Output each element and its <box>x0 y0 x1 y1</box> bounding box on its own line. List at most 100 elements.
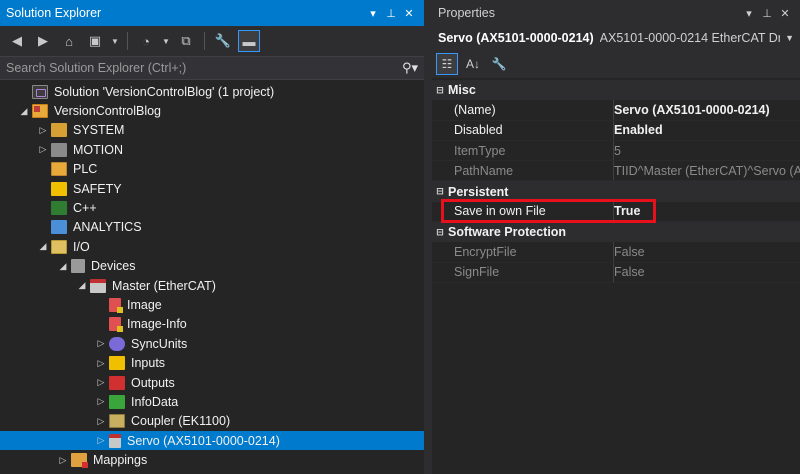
image-icon <box>109 297 123 313</box>
preview-selected-icon[interactable]: ▬ <box>238 30 260 52</box>
property-value[interactable]: Servo (AX5101-0000-0214) <box>614 100 800 119</box>
safety-icon <box>51 181 67 196</box>
tree-item[interactable]: ▷ MOTION <box>0 140 424 159</box>
tree-item[interactable]: ▷ Mappings <box>0 450 424 469</box>
tree-item-label: Devices <box>91 259 136 274</box>
tree-item[interactable]: ▷ Inputs <box>0 353 424 372</box>
toolbar-separator <box>127 32 128 50</box>
search-icon[interactable]: ⚲▾ <box>394 60 418 76</box>
property-row[interactable]: EncryptFile False <box>432 242 800 263</box>
close-icon[interactable]: ✕ <box>776 7 794 20</box>
forward-icon[interactable]: ▶ <box>32 30 54 52</box>
tree-item[interactable]: ▷ InfoData <box>0 392 424 411</box>
servo-icon <box>109 433 121 448</box>
property-category[interactable]: ⊟ Persistent <box>432 181 800 202</box>
property-row[interactable]: Disabled Enabled <box>432 120 800 141</box>
tree-item[interactable]: ◢ Devices <box>0 257 424 276</box>
toolbar-separator <box>204 32 205 50</box>
tree-item-label: Solution 'VersionControlBlog' (1 project… <box>54 84 275 99</box>
tree-item[interactable]: SAFETY <box>0 179 424 198</box>
tree-item-label: I/O <box>73 239 90 254</box>
solution-explorer-title: Solution Explorer <box>6 6 102 20</box>
search-input[interactable] <box>6 61 394 75</box>
collapsed-arrow-icon[interactable]: ▷ <box>55 455 71 466</box>
collapsed-arrow-icon[interactable]: ▷ <box>93 377 109 388</box>
collapsed-arrow-icon[interactable]: ▷ <box>35 144 51 155</box>
property-value[interactable]: False <box>614 242 800 261</box>
history-icon[interactable]: ◔ <box>135 30 157 52</box>
collapse-category-icon[interactable]: ⊟ <box>432 85 448 96</box>
property-row[interactable]: SignFile False <box>432 262 800 283</box>
categorized-icon[interactable]: ☷ <box>436 53 458 75</box>
property-value[interactable]: 5 <box>614 141 800 160</box>
expanded-arrow-icon[interactable]: ◢ <box>55 261 71 272</box>
home-icon[interactable]: ⌂ <box>58 30 80 52</box>
dropdown-arrow-icon[interactable]: ▾ <box>740 7 758 20</box>
close-icon[interactable]: ✕ <box>400 7 418 20</box>
property-value[interactable]: Enabled <box>614 121 800 140</box>
property-category[interactable]: ⊟ Software Protection <box>432 222 800 243</box>
plc-icon <box>51 162 67 177</box>
alphabetical-icon[interactable]: A↓ <box>462 53 484 75</box>
outputs-icon <box>109 375 125 390</box>
tree-item[interactable]: ◢ I/O <box>0 237 424 256</box>
collapse-category-icon[interactable]: ⊟ <box>432 186 448 197</box>
back-icon[interactable]: ◀ <box>6 30 28 52</box>
tree-item[interactable]: ▷ Coupler (EK1100) <box>0 412 424 431</box>
property-name: SignFile <box>432 262 614 282</box>
tree-item[interactable]: PLC <box>0 160 424 179</box>
image-info-icon <box>109 317 123 333</box>
solution-explorer-search: ⚲▾ <box>0 56 424 80</box>
collapsed-arrow-icon[interactable]: ▷ <box>35 125 51 136</box>
twincat-project-icon <box>32 104 48 119</box>
property-pages-wrench-icon[interactable]: 🔧 <box>488 53 510 75</box>
expanded-arrow-icon[interactable]: ◢ <box>16 106 32 117</box>
tree-item[interactable]: C++ <box>0 198 424 217</box>
collapsed-arrow-icon[interactable]: ▷ <box>93 396 109 407</box>
tree-item[interactable]: ▷ Outputs <box>0 373 424 392</box>
tree-item-label: SAFETY <box>73 181 122 196</box>
property-value[interactable]: True <box>614 202 800 221</box>
properties-wrench-icon[interactable]: 🔧 <box>212 30 234 52</box>
tree-item[interactable]: Image <box>0 295 424 314</box>
tree-item[interactable]: ▷ SyncUnits <box>0 334 424 353</box>
property-row[interactable]: PathNameTIID^Master (EtherCAT)^Servo (AX… <box>432 161 800 182</box>
pin-icon[interactable]: ⊥ <box>758 7 776 20</box>
coupler-icon <box>109 414 125 429</box>
tree-item[interactable]: ANALYTICS <box>0 218 424 237</box>
dropdown-arrow-icon[interactable]: ▾ <box>364 7 382 20</box>
property-value[interactable]: False <box>614 263 800 282</box>
properties-toolbar: ☷ A↓ 🔧 <box>432 50 800 78</box>
chevron-down-icon[interactable]: ▼ <box>780 33 794 43</box>
pin-icon[interactable]: ⊥ <box>382 7 400 20</box>
switch-views-dropdown-icon[interactable]: ▼ <box>110 30 120 52</box>
collapse-all-icon[interactable]: ⧉ <box>175 30 197 52</box>
collapsed-arrow-icon[interactable]: ▷ <box>93 416 109 427</box>
property-name: ItemType <box>432 140 614 161</box>
history-dropdown-icon[interactable]: ▼ <box>161 30 171 52</box>
object-selector[interactable]: Servo (AX5101-0000-0214) AX5101-0000-021… <box>432 26 800 50</box>
tree-item[interactable]: Image-Info <box>0 315 424 334</box>
property-value[interactable]: TIID^Master (EtherCAT)^Servo (AX5101-000… <box>614 161 800 180</box>
tree-item[interactable]: Solution 'VersionControlBlog' (1 project… <box>0 82 424 101</box>
solution-tree: Solution 'VersionControlBlog' (1 project… <box>0 82 424 470</box>
switch-views-icon[interactable]: ▣ <box>84 30 106 52</box>
expanded-arrow-icon[interactable]: ◢ <box>35 241 51 252</box>
tree-item[interactable]: ◢ Master (EtherCAT) <box>0 276 424 295</box>
expanded-arrow-icon[interactable]: ◢ <box>74 280 90 291</box>
tree-item[interactable]: ▷ SYSTEM <box>0 121 424 140</box>
collapsed-arrow-icon[interactable]: ▷ <box>93 358 109 369</box>
collapsed-arrow-icon[interactable]: ▷ <box>93 338 109 349</box>
property-row[interactable]: ItemType 5 <box>432 140 800 162</box>
io-icon <box>51 239 67 254</box>
collapse-category-icon[interactable]: ⊟ <box>432 227 448 238</box>
property-name: PathName <box>432 161 614 181</box>
panel-splitter[interactable] <box>424 0 432 474</box>
property-category[interactable]: ⊟ Misc <box>432 80 800 101</box>
property-row[interactable]: Save in own File True <box>432 201 800 223</box>
properties-panel: Properties ▾ ⊥ ✕ Servo (AX5101-0000-0214… <box>432 0 800 474</box>
tree-item[interactable]: ▷ Servo (AX5101-0000-0214) <box>0 431 424 451</box>
collapsed-arrow-icon[interactable]: ▷ <box>93 435 109 446</box>
property-row[interactable]: (Name) Servo (AX5101-0000-0214) <box>432 100 800 121</box>
tree-item[interactable]: ◢ VersionControlBlog <box>0 101 424 120</box>
